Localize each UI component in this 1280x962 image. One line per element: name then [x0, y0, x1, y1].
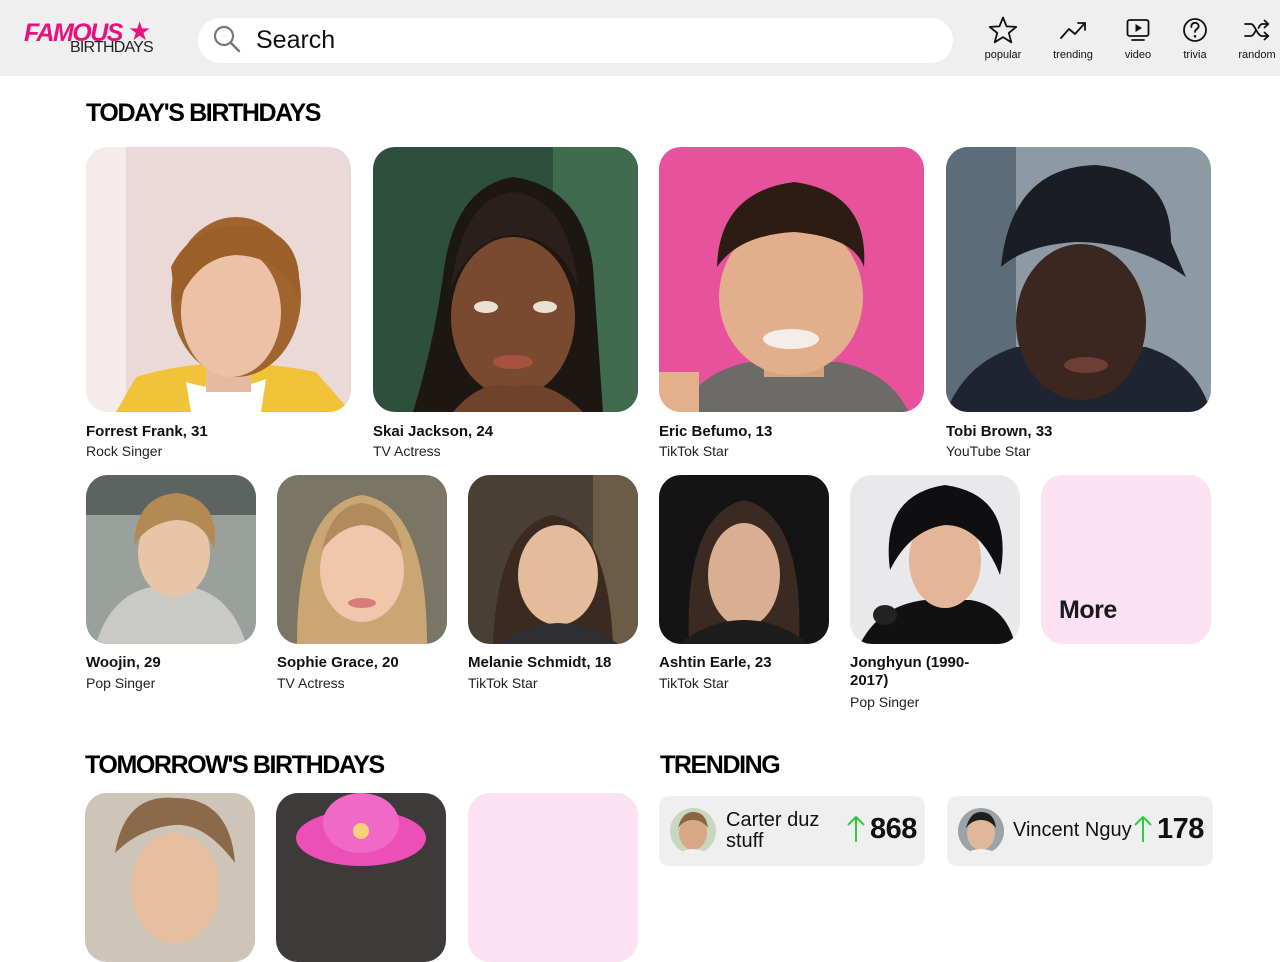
trending-heading: TRENDING — [660, 751, 781, 779]
nav-label: video — [1124, 49, 1152, 61]
celebrity-name: Sophie Grace, 20 — [277, 654, 399, 671]
avatar — [958, 808, 1004, 854]
celebrity-card[interactable]: Eric Befumo, 13 TikTok Star — [659, 147, 924, 462]
nav-label: trivia — [1183, 49, 1207, 61]
celebrity-photo — [86, 147, 351, 412]
celebrity-photo — [373, 147, 638, 412]
avatar — [670, 808, 716, 854]
celebrity-photo — [85, 793, 255, 962]
celebrity-photo — [86, 475, 256, 644]
celebrity-profession: Pop Singer — [850, 694, 920, 710]
nav-trivia[interactable]: trivia — [1179, 16, 1211, 66]
shuffle-icon — [1244, 19, 1270, 41]
search-icon — [213, 25, 241, 53]
celebrity-photo — [276, 793, 446, 962]
celebrity-name: Skai Jackson, 24 — [373, 423, 494, 440]
celebrity-name: Tobi Brown, 33 — [946, 423, 1053, 440]
nav-popular[interactable]: popular — [983, 16, 1023, 66]
celebrity-name: Eric Befumo, 13 — [659, 423, 773, 440]
celebrity-card[interactable] — [85, 793, 255, 962]
celebrity-profession: TikTok Star — [659, 443, 729, 459]
trending-count: 868 — [870, 813, 917, 845]
celebrity-card[interactable]: Tobi Brown, 33 YouTube Star — [946, 147, 1211, 462]
more-birthdays-button[interactable]: More — [1041, 475, 1211, 644]
celebrity-card[interactable]: Melanie Schmidt, 18 TikTok Star — [468, 475, 638, 700]
celebrity-name: Woojin, 29 — [86, 654, 161, 671]
celebrity-card[interactable]: Woojin, 29 Pop Singer — [86, 475, 256, 700]
search-bar[interactable] — [198, 18, 953, 63]
celebrity-photo — [946, 147, 1211, 412]
nav-trending[interactable]: trending — [1049, 16, 1097, 66]
celebrity-photo — [850, 475, 1020, 644]
trend-up-arrow-icon — [847, 816, 865, 842]
nav-video[interactable]: video — [1122, 16, 1154, 66]
celebrity-card[interactable] — [276, 793, 446, 962]
celebrity-card[interactable]: Ashtin Earle, 23 TikTok Star — [659, 475, 829, 700]
trending-icon — [1060, 22, 1086, 39]
celebrity-photo — [659, 475, 829, 644]
video-icon — [1126, 19, 1150, 41]
nav-random[interactable]: random — [1237, 16, 1277, 66]
celebrity-name: Forrest Frank, 31 — [86, 423, 208, 440]
celebrity-card[interactable]: Jonghyun (1990- 2017) Pop Singer — [850, 475, 1020, 715]
nav-label: trending — [1053, 49, 1093, 61]
trend-up-arrow-icon — [1134, 816, 1152, 842]
celebrity-profession: TikTok Star — [659, 675, 729, 691]
more-tomorrow-tile[interactable] — [468, 793, 638, 962]
tomorrows-birthdays-heading: TOMORROW'S BIRTHDAYS — [85, 751, 385, 779]
trending-name: Vincent Nguy — [1013, 819, 1132, 841]
logo-text-birthdays: BIRTHDAYS — [70, 39, 154, 56]
celebrity-photo — [659, 147, 924, 412]
celebrity-profession: TV Actress — [277, 675, 345, 691]
nav-label: random — [1238, 49, 1276, 61]
celebrity-profession: TikTok Star — [468, 675, 538, 691]
celebrity-profession: Pop Singer — [86, 675, 156, 691]
star-icon — [988, 16, 1018, 44]
celebrity-profession: YouTube Star — [946, 443, 1031, 459]
trending-item[interactable]: Carter duz stuff 868 — [659, 796, 925, 866]
nav-label: popular — [984, 49, 1022, 61]
top-header: FAMOUS ★ BIRTHDAYS popular trending vide… — [0, 0, 1280, 76]
celebrity-photo — [468, 475, 638, 644]
celebrity-card[interactable]: Sophie Grace, 20 TV Actress — [277, 475, 447, 700]
todays-birthdays-heading: TODAY'S BIRTHDAYS — [86, 99, 321, 127]
search-input[interactable] — [256, 24, 936, 57]
trending-item[interactable]: Vincent Nguy 178 — [947, 796, 1213, 866]
trending-count: 178 — [1157, 813, 1204, 845]
more-label: More — [1059, 596, 1117, 624]
celebrity-name: Jonghyun (1990- 2017) — [850, 654, 970, 689]
celebrity-profession: TV Actress — [373, 443, 441, 459]
celebrity-name: Melanie Schmidt, 18 — [468, 654, 612, 671]
question-icon — [1183, 18, 1207, 42]
celebrity-profession: Rock Singer — [86, 443, 163, 459]
celebrity-name: Ashtin Earle, 23 — [659, 654, 772, 671]
trending-name: Carter duz stuff — [726, 809, 820, 852]
celebrity-photo — [277, 475, 447, 644]
celebrity-card[interactable]: Skai Jackson, 24 TV Actress — [373, 147, 638, 462]
famous-birthdays-logo[interactable]: FAMOUS ★ BIRTHDAYS — [22, 18, 162, 60]
celebrity-card[interactable]: Forrest Frank, 31 Rock Singer — [86, 147, 351, 462]
